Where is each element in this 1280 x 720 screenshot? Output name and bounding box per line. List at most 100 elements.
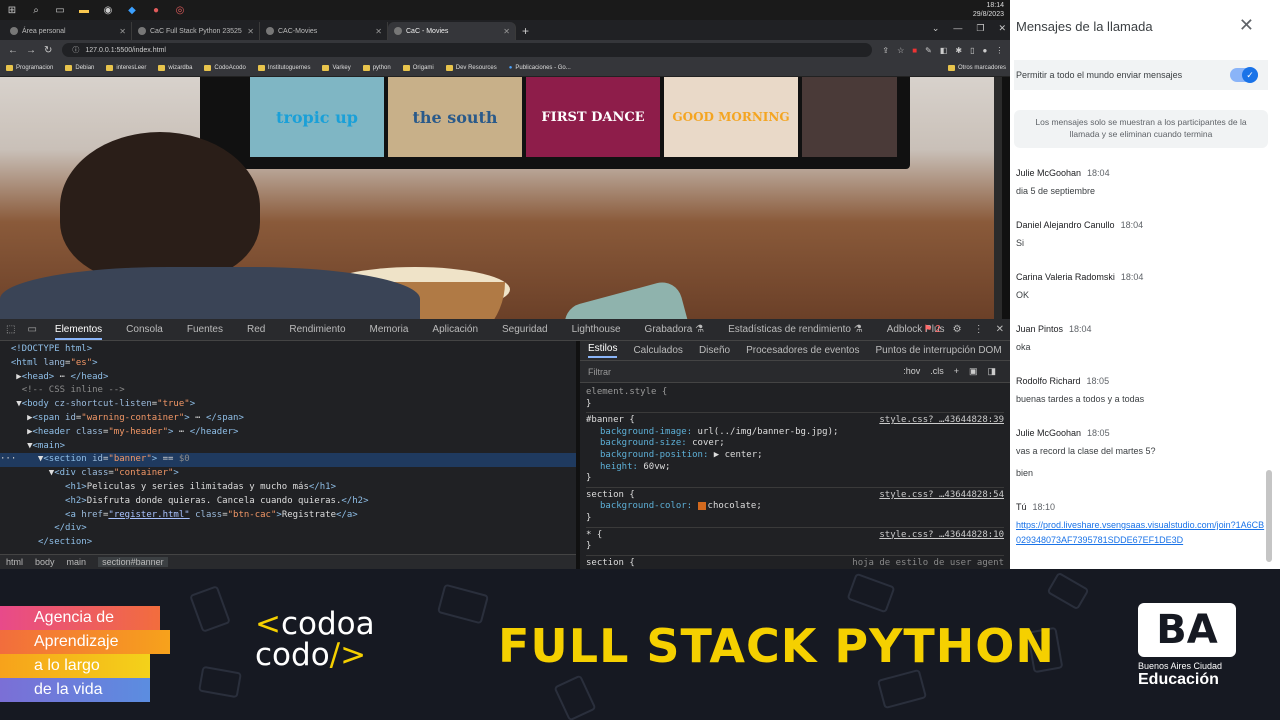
color-swatch-icon[interactable]	[697, 501, 706, 510]
css-property[interactable]: background-position: ▶ center;	[586, 450, 1004, 462]
avatar[interactable]: ●	[982, 46, 987, 55]
tab-calculados[interactable]: Calculados	[633, 345, 682, 356]
bookmark-folder[interactable]: python	[362, 65, 391, 71]
style-rule[interactable]: * { style.css?_…43644828:10 }	[586, 528, 1004, 556]
tab-memoria[interactable]: Memoria	[370, 324, 409, 335]
dom-tree[interactable]: <!DOCTYPE html> <html lang="es"> ▶<head>…	[0, 341, 576, 554]
browser-tab[interactable]: CAC-Movies ✕	[260, 22, 388, 40]
bookmark-link[interactable]: ● Publicaciones - Go...	[509, 65, 571, 71]
error-badge[interactable]: ⚑ 2	[923, 324, 940, 335]
forward-icon[interactable]: →	[26, 45, 36, 56]
inspect-icon[interactable]: ⬚	[6, 324, 15, 335]
dom-node[interactable]: </div>	[0, 522, 576, 536]
bookmark-folder[interactable]: wizardba	[158, 65, 192, 71]
bookmark-folder[interactable]: Institutoguernes	[257, 65, 310, 71]
sidebar-toggle-icon[interactable]: ◨	[987, 366, 996, 377]
url-field[interactable]: ⓘ 127.0.0.1:5500/index.html	[62, 43, 873, 57]
tab-rendimiento[interactable]: Rendimiento	[289, 324, 345, 335]
cls-toggle[interactable]: .cls	[930, 366, 944, 377]
clock[interactable]: 18:14 29/8/2023	[973, 1, 1004, 19]
style-rule[interactable]: section { hoja de estilo de user agent	[586, 556, 1004, 569]
bookmark-folder[interactable]: Debian	[65, 65, 94, 71]
page-scrollbar[interactable]	[994, 77, 1002, 319]
tab-fuentes[interactable]: Fuentes	[187, 324, 223, 335]
menu-icon[interactable]: ⋮	[995, 46, 1003, 55]
device-toggle-icon[interactable]: ▭	[27, 324, 36, 335]
dom-node[interactable]: ▶<span id="warning-container"> ⋯ </span>	[0, 412, 576, 426]
pen-icon[interactable]: ✎	[925, 46, 932, 55]
tab-consola[interactable]: Consola	[126, 324, 163, 335]
dom-node[interactable]: ▶<header class="my-header"> ⋯ </header>	[0, 426, 576, 440]
dom-node[interactable]: </section>	[0, 536, 576, 550]
windows-start-icon[interactable]: ⊞	[4, 3, 20, 17]
dom-node[interactable]: <!-- CSS inline -->	[0, 384, 576, 398]
tab-estilos[interactable]: Estilos	[588, 343, 618, 358]
close-tab-icon[interactable]: ✕	[247, 27, 254, 36]
app-icon[interactable]: ●	[148, 3, 164, 17]
sidepanel-icon[interactable]: ▯	[970, 46, 974, 55]
vscode-icon[interactable]: ◆	[124, 3, 140, 17]
browser-tab[interactable]: CaC Full Stack Python 23525 ✕	[132, 22, 260, 40]
back-icon[interactable]: ←	[8, 45, 18, 56]
share-icon[interactable]: ⇪	[882, 46, 889, 55]
message-link[interactable]: https://prod.liveshare.vsengsaas.visuals…	[1016, 520, 1264, 545]
tab-puntos[interactable]: Puntos de interrupción DOM	[875, 345, 1001, 356]
more-icon[interactable]: ⋮	[974, 324, 984, 335]
new-tab-icon[interactable]: +	[522, 22, 529, 40]
paint-icon[interactable]: ▣	[969, 366, 978, 377]
tab-procesadores[interactable]: Procesadores de eventos	[746, 345, 859, 356]
dom-node[interactable]: <h2>Disfruta donde quieras. Cancela cuan…	[0, 495, 576, 509]
close-window-icon[interactable]: ✕	[998, 23, 1006, 34]
tab-seguridad[interactable]: Seguridad	[502, 324, 548, 335]
styles-pane[interactable]: element.style { } #banner { style.css?_……	[580, 383, 1010, 569]
tab-grabadora[interactable]: Grabadora ⚗	[645, 324, 705, 335]
tab-lighthouse[interactable]: Lighthouse	[572, 324, 621, 335]
puzzle-icon[interactable]: ✱	[955, 46, 962, 55]
crumb-section[interactable]: section#banner	[98, 557, 168, 567]
close-icon[interactable]: ✕	[1239, 15, 1254, 36]
tab-search-icon[interactable]: ⌄	[932, 23, 940, 34]
browser-tab[interactable]: Área personal ✕	[4, 22, 132, 40]
tab-estadisticas[interactable]: Estadísticas de rendimiento ⚗	[728, 324, 863, 335]
style-rule[interactable]: #banner { style.css?_…43644828:39 backgr…	[586, 413, 1004, 488]
style-rule[interactable]: section { style.css?_…43644828:54 backgr…	[586, 488, 1004, 528]
crumb-body[interactable]: body	[35, 557, 55, 567]
close-tab-icon[interactable]: ✕	[503, 27, 510, 36]
dom-node[interactable]: ▶<head> ⋯ </head>	[0, 371, 576, 385]
browser-tab-active[interactable]: CaC - Movies ✕	[388, 22, 516, 40]
star-icon[interactable]: ☆	[897, 46, 904, 55]
bookmark-folder[interactable]: Programacion	[6, 65, 53, 71]
permission-toggle[interactable]	[1230, 67, 1258, 83]
tab-red[interactable]: Red	[247, 324, 265, 335]
bookmark-folder[interactable]: Origami	[402, 65, 434, 71]
tab-elementos[interactable]: Elementos	[54, 324, 103, 340]
settings-gear-icon[interactable]: ⚙	[953, 324, 962, 335]
css-property[interactable]: background-color: chocolate;	[586, 501, 1004, 513]
bookmark-folder[interactable]: CodoAcodo	[204, 65, 246, 71]
chrome-icon[interactable]: ◉	[100, 3, 116, 17]
close-tab-icon[interactable]: ✕	[375, 27, 382, 36]
rule-source-link[interactable]: style.css?_…43644828:10	[879, 530, 1004, 542]
restore-icon[interactable]: ❐	[976, 23, 984, 34]
extension-icon[interactable]: ◧	[940, 46, 948, 55]
adblock-icon[interactable]: ■	[912, 46, 917, 55]
dom-node[interactable]: <h1>Peliculas y series ilimitadas y much…	[0, 481, 576, 495]
dom-node[interactable]: <!DOCTYPE html>	[0, 343, 576, 357]
close-tab-icon[interactable]: ✕	[119, 27, 126, 36]
rule-source-link[interactable]: style.css?_…43644828:39	[879, 415, 1004, 427]
hov-toggle[interactable]: :hov	[903, 366, 920, 377]
minimize-icon[interactable]: —	[953, 23, 962, 34]
dom-node[interactable]: ▼<main>	[0, 440, 576, 454]
css-property[interactable]: height: 60vw;	[586, 462, 1004, 474]
dom-node-selected[interactable]: ··· ▼<section id="banner"> == $0	[0, 453, 576, 468]
filter-input[interactable]: Filtrar	[588, 367, 611, 377]
chat-scrollbar[interactable]	[1266, 470, 1272, 562]
dom-node[interactable]: ▼<body cz-shortcut-listen="true">	[0, 398, 576, 412]
dom-node[interactable]: <html lang="es">	[0, 357, 576, 371]
new-rule-icon[interactable]: +	[954, 366, 959, 377]
dom-node[interactable]: ▼<div class="container">	[0, 467, 576, 481]
tab-aplicacion[interactable]: Aplicación	[432, 324, 478, 335]
css-property[interactable]: background-image: url(../img/banner-bg.j…	[586, 427, 1004, 439]
task-view-icon[interactable]: ▭	[52, 3, 68, 17]
reload-icon[interactable]: ↻	[44, 45, 52, 56]
